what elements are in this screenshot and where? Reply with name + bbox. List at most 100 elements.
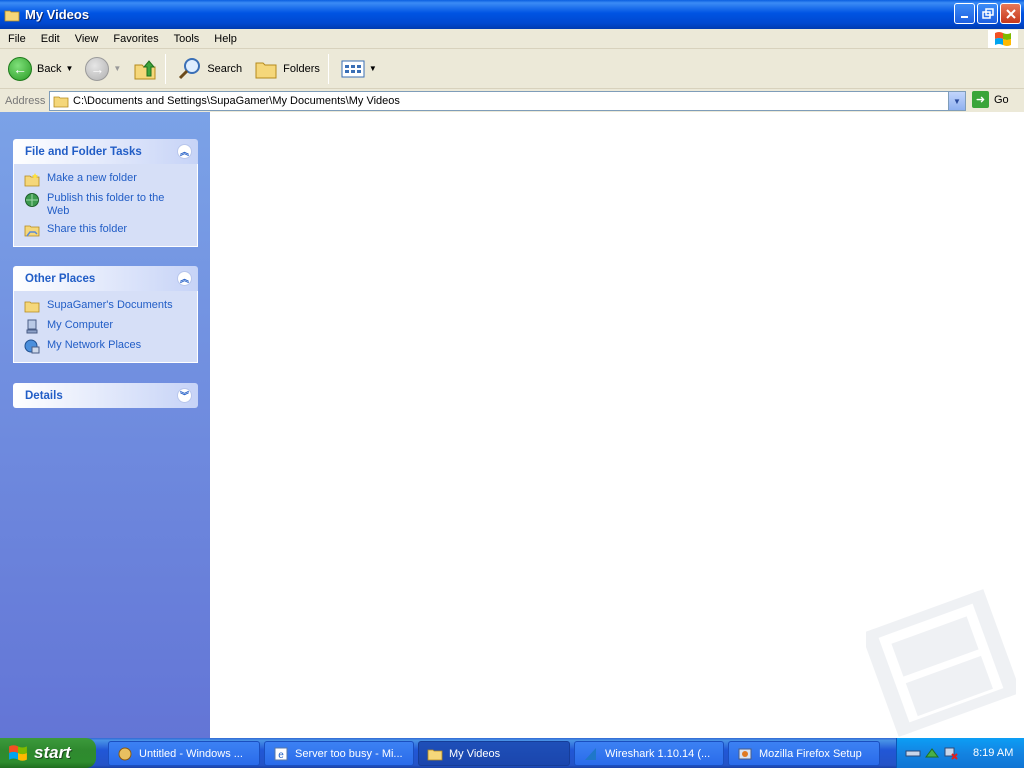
documents-folder-icon [24, 301, 40, 313]
taskbar-item-label: Untitled - Windows ... [139, 747, 243, 760]
panel-title: Other Places [25, 272, 96, 285]
menu-file[interactable]: File [0, 33, 33, 45]
place-label: My Computer [47, 319, 114, 331]
taskbar-item-label: Wireshark 1.10.14 (... [605, 747, 711, 760]
system-tray: 8:19 AM [896, 738, 1024, 768]
collapse-chevron-icon[interactable]: ︽ [177, 144, 192, 159]
expand-chevron-icon[interactable]: ︾ [177, 388, 192, 403]
start-button[interactable]: start [0, 738, 96, 768]
views-icon [341, 60, 365, 77]
task-publish-to-web[interactable]: Publish this folder to the Web [24, 192, 189, 218]
file-folder-tasks-panel: File and Folder Tasks ︽ Make a new folde… [13, 139, 198, 247]
taskbar-item-untitled-windows[interactable]: Untitled - Windows ... [108, 741, 260, 766]
task-pane: File and Folder Tasks ︽ Make a new folde… [0, 112, 210, 738]
other-places-panel: Other Places ︽ SupaGamer's Documents My … [13, 266, 198, 363]
back-dropdown-icon[interactable]: ▼ [65, 64, 73, 73]
task-make-new-folder[interactable]: Make a new folder [24, 172, 189, 187]
publish-web-icon [25, 193, 39, 207]
new-folder-icon [24, 173, 40, 187]
restore-icon [981, 7, 994, 19]
address-value: C:\Documents and Settings\SupaGamer\My D… [73, 95, 400, 107]
address-bar: Address C:\Documents and Settings\SupaGa… [0, 89, 1024, 112]
file-folder-tasks-header[interactable]: File and Folder Tasks ︽ [13, 139, 198, 164]
place-label: My Network Places [47, 339, 142, 351]
place-my-documents[interactable]: SupaGamer's Documents [24, 299, 189, 314]
menu-bar: File Edit View Favorites Tools Help [0, 29, 1024, 49]
taskbar-item-label: My Videos [449, 747, 501, 760]
task-share-folder[interactable]: Share this folder [24, 223, 189, 238]
toolbar-separator [327, 53, 329, 84]
windows-logo-icon [988, 30, 1018, 48]
views-button[interactable]: ▼ [337, 52, 381, 86]
panel-title: Details [25, 389, 63, 402]
address-label: Address [5, 94, 46, 107]
computer-icon [26, 319, 38, 334]
other-places-header[interactable]: Other Places ︽ [13, 266, 198, 291]
taskbar-item-wireshark[interactable]: Wireshark 1.10.14 (... [574, 741, 724, 766]
minimize-button[interactable] [954, 3, 975, 24]
film-strip-watermark-icon [866, 589, 1016, 737]
network-tray-icon[interactable] [905, 745, 921, 761]
up-folder-icon [134, 59, 156, 79]
taskbar-item-label: Server too busy - Mi... [295, 747, 403, 760]
back-button[interactable]: ← Back ▼ [4, 52, 77, 86]
folders-button[interactable]: Folders [250, 52, 324, 86]
folder-icon [4, 10, 20, 21]
details-panel: Details ︾ [13, 383, 198, 408]
safely-remove-tray-icon[interactable] [924, 745, 940, 761]
place-my-network-places[interactable]: My Network Places [24, 339, 189, 354]
taskbar-item-server-too-busy[interactable]: e Server too busy - Mi... [264, 741, 414, 766]
task-label: Share this folder [47, 223, 128, 235]
forward-button[interactable]: → ▼ [81, 52, 125, 86]
go-arrow-icon: ➜ [972, 91, 989, 108]
address-input[interactable]: C:\Documents and Settings\SupaGamer\My D… [49, 91, 966, 111]
place-my-computer[interactable]: My Computer [24, 319, 189, 334]
forward-dropdown-icon[interactable]: ▼ [113, 64, 121, 73]
folder-icon [427, 749, 443, 760]
task-label: Publish this folder to the Web [47, 192, 165, 217]
close-icon [1005, 8, 1016, 19]
task-label: Make a new folder [47, 172, 137, 184]
menu-edit[interactable]: Edit [33, 33, 67, 45]
search-icon [179, 57, 201, 79]
details-header[interactable]: Details ︾ [13, 383, 198, 408]
network-places-icon [24, 339, 40, 354]
back-arrow-icon: ← [8, 56, 32, 81]
go-button[interactable]: ➜ Go [972, 91, 1009, 108]
search-button[interactable]: Search [174, 52, 246, 86]
folders-label: Folders [283, 62, 320, 75]
folders-icon [255, 62, 277, 78]
toolbar: ← Back ▼ → ▼ Search Folders ▼ [0, 49, 1024, 89]
taskbar-item-label: Mozilla Firefox Setup [759, 747, 862, 760]
menu-view[interactable]: View [67, 33, 106, 45]
share-folder-icon [24, 225, 40, 237]
menu-help[interactable]: Help [206, 33, 244, 45]
minimize-icon [960, 15, 968, 18]
folder-content-area[interactable] [210, 112, 1024, 738]
search-label: Search [207, 62, 243, 75]
setup-icon [738, 748, 752, 759]
svg-text:e: e [278, 750, 284, 761]
wireshark-fin-icon [585, 747, 596, 760]
taskbar: start Untitled - Windows ... e Server to… [0, 738, 1024, 768]
close-button[interactable] [1000, 3, 1021, 24]
ie-icon: e [274, 747, 288, 761]
place-label: SupaGamer's Documents [47, 299, 173, 311]
collapse-chevron-icon[interactable]: ︽ [177, 271, 192, 286]
start-label: start [34, 743, 71, 762]
up-folder-button[interactable] [129, 52, 161, 86]
menu-favorites[interactable]: Favorites [105, 33, 165, 45]
taskbar-item-firefox-setup[interactable]: Mozilla Firefox Setup [728, 741, 880, 766]
windows-flag-icon [9, 745, 27, 761]
taskbar-item-my-videos[interactable]: My Videos [418, 741, 570, 766]
menu-tools[interactable]: Tools [166, 33, 207, 45]
forward-arrow-icon: → [85, 56, 110, 81]
address-dropdown-icon[interactable]: ▼ [948, 92, 965, 110]
network-disconnected-tray-icon[interactable] [943, 745, 959, 761]
app-icon [118, 747, 132, 760]
title-bar[interactable]: My Videos [0, 0, 1024, 29]
restore-button[interactable] [977, 3, 998, 24]
go-label: Go [994, 93, 1009, 106]
clock[interactable]: 8:19 AM [973, 747, 1013, 759]
toolbar-separator [165, 53, 167, 84]
